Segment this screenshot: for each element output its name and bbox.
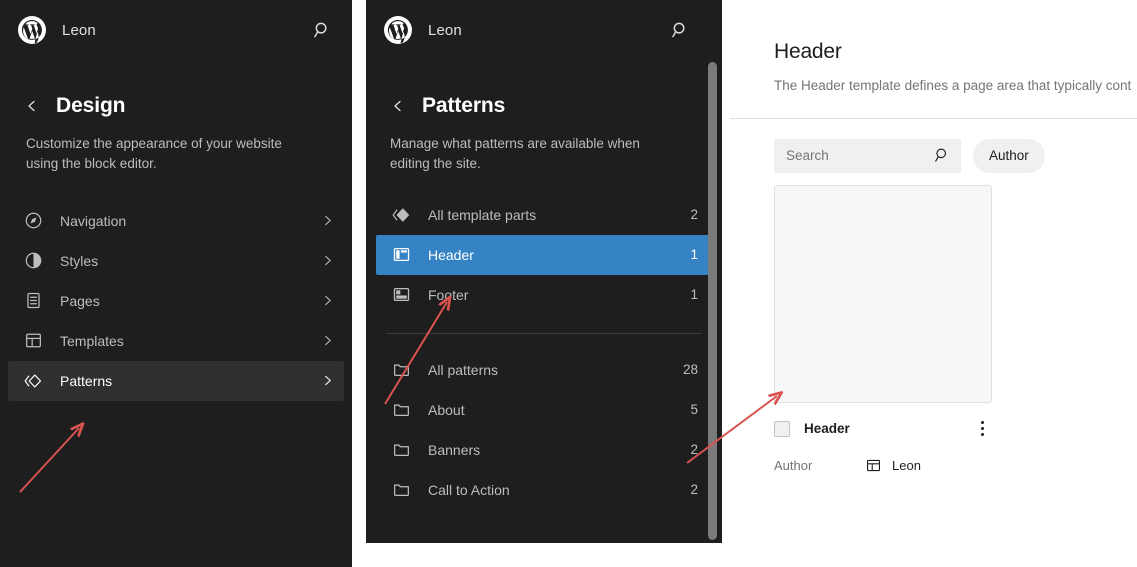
chevron-right-icon — [320, 214, 334, 228]
list-item-call-to-action[interactable]: Call to Action 2 — [376, 470, 712, 510]
chevron-right-icon — [320, 254, 334, 268]
list-item-count: 1 — [690, 247, 698, 262]
wordpress-logo-icon[interactable] — [18, 16, 46, 44]
detail-title: Header — [774, 40, 842, 63]
pattern-card-title: Header — [804, 421, 850, 437]
list-item-label: Footer — [428, 286, 469, 303]
list-item-label: Call to Action — [428, 481, 510, 498]
sidebar-item-label: Navigation — [60, 212, 127, 229]
page-icon — [22, 290, 44, 312]
sidebar-item-label: Patterns — [60, 372, 113, 389]
chevron-left-icon[interactable] — [388, 96, 408, 116]
detail-header: Header The Header template defines a pag… — [730, 12, 1137, 119]
search-icon — [933, 147, 951, 165]
detail-description: The Header template defines a page area … — [774, 78, 1132, 93]
pattern-detail-panel: Header The Header template defines a pag… — [730, 12, 1137, 567]
list-item-label: About — [428, 401, 465, 418]
site-editor-screen: Leon Design Customize the appearance of … — [0, 0, 1137, 567]
pattern-categories-list: All patterns 28 About 5 Banners 2 Call t… — [366, 350, 722, 510]
site-title: Leon — [428, 21, 462, 39]
design-description: Customize the appearance of your website… — [26, 136, 282, 172]
sidebar-item-navigation[interactable]: Navigation — [8, 201, 344, 241]
sidebar-item-styles[interactable]: Styles — [8, 241, 344, 281]
contrast-icon — [22, 250, 44, 272]
sidebar-item-patterns[interactable]: Patterns — [8, 360, 344, 401]
pattern-author-row: Author Leon — [774, 457, 992, 475]
author-name: Leon — [892, 458, 921, 474]
list-item-count: 2 — [690, 207, 698, 222]
kebab-menu-icon[interactable] — [972, 417, 992, 441]
wordpress-logo-icon[interactable] — [384, 16, 412, 44]
design-sidebar-panel: Leon Design Customize the appearance of … — [0, 0, 352, 567]
chevron-right-icon — [320, 334, 334, 348]
kebab-dot — [980, 427, 984, 431]
folder-icon — [390, 359, 412, 381]
pattern-preview[interactable] — [774, 184, 992, 403]
filter-bar: Author — [730, 119, 1137, 173]
folder-icon — [390, 479, 412, 501]
template-part-icon — [864, 457, 882, 475]
list-item-about[interactable]: About 5 — [376, 390, 712, 430]
footer-layout-icon — [390, 284, 412, 306]
vertical-scrollbar[interactable] — [708, 62, 717, 540]
list-item-header[interactable]: Header 1 — [376, 234, 712, 275]
folder-icon — [390, 439, 412, 461]
list-item-all-patterns[interactable]: All patterns 28 — [376, 350, 712, 390]
list-item-count: 28 — [682, 362, 698, 377]
folder-icon — [390, 399, 412, 421]
patterns-icon — [22, 370, 44, 392]
page-title: Design — [56, 94, 126, 117]
template-parts-icon — [390, 204, 412, 226]
author-filter-button[interactable]: Author — [973, 138, 1045, 173]
list-item-label: Banners — [428, 441, 481, 458]
chevron-right-icon — [320, 374, 334, 388]
author-label: Author — [774, 458, 813, 474]
list-item-footer[interactable]: Footer 1 — [376, 275, 712, 315]
patterns-heading-block: Patterns Manage what patterns are availa… — [366, 60, 722, 175]
list-item-count: 2 — [690, 442, 698, 457]
list-item-count: 2 — [690, 482, 698, 497]
list-item-count: 5 — [690, 402, 698, 417]
kebab-dot — [980, 433, 984, 437]
design-heading-row: Design — [20, 94, 332, 118]
list-item-all-template-parts[interactable]: All template parts 2 — [376, 195, 712, 235]
middle-panel-topbar: Leon — [366, 0, 722, 60]
kebab-dot — [980, 421, 984, 425]
list-item-label: Header — [428, 246, 474, 263]
pattern-card: Header Author Leon — [730, 173, 1137, 475]
sidebar-item-label: Templates — [60, 332, 124, 349]
pattern-select-checkbox[interactable] — [774, 420, 790, 437]
patterns-sidebar-panel: Leon Patterns Manage what patterns are a… — [366, 0, 722, 543]
page-title: Patterns — [422, 94, 506, 117]
search-icon[interactable] — [308, 16, 336, 44]
list-item-label: All patterns — [428, 361, 499, 378]
header-layout-icon — [390, 244, 412, 266]
list-item-label: All template parts — [428, 206, 537, 223]
search-input-wrapper[interactable] — [774, 138, 961, 173]
sidebar-item-templates[interactable]: Templates — [8, 321, 344, 361]
chevron-left-icon[interactable] — [22, 96, 42, 116]
patterns-description: Manage what patterns are available when … — [390, 136, 640, 172]
design-nav-list: Navigation Styles Pages Templates Patter… — [0, 201, 352, 401]
compass-icon — [22, 210, 44, 232]
sidebar-item-pages[interactable]: Pages — [8, 281, 344, 321]
pattern-card-meta: Header — [774, 417, 992, 441]
sidebar-item-label: Styles — [60, 252, 99, 269]
site-title: Leon — [62, 21, 96, 39]
chevron-right-icon — [320, 294, 334, 308]
search-icon[interactable] — [666, 16, 694, 44]
list-item-banners[interactable]: Banners 2 — [376, 430, 712, 470]
sidebar-item-label: Pages — [60, 292, 100, 309]
list-item-count: 1 — [690, 287, 698, 302]
design-heading-block: Design Customize the appearance of your … — [0, 60, 352, 175]
list-divider — [386, 332, 702, 334]
search-input[interactable] — [786, 148, 933, 164]
template-parts-list: All template parts 2 Header 1 Footer 1 — [366, 195, 722, 315]
patterns-heading-row: Patterns — [386, 94, 702, 118]
left-panel-topbar: Leon — [0, 0, 352, 60]
layout-icon — [22, 330, 44, 352]
